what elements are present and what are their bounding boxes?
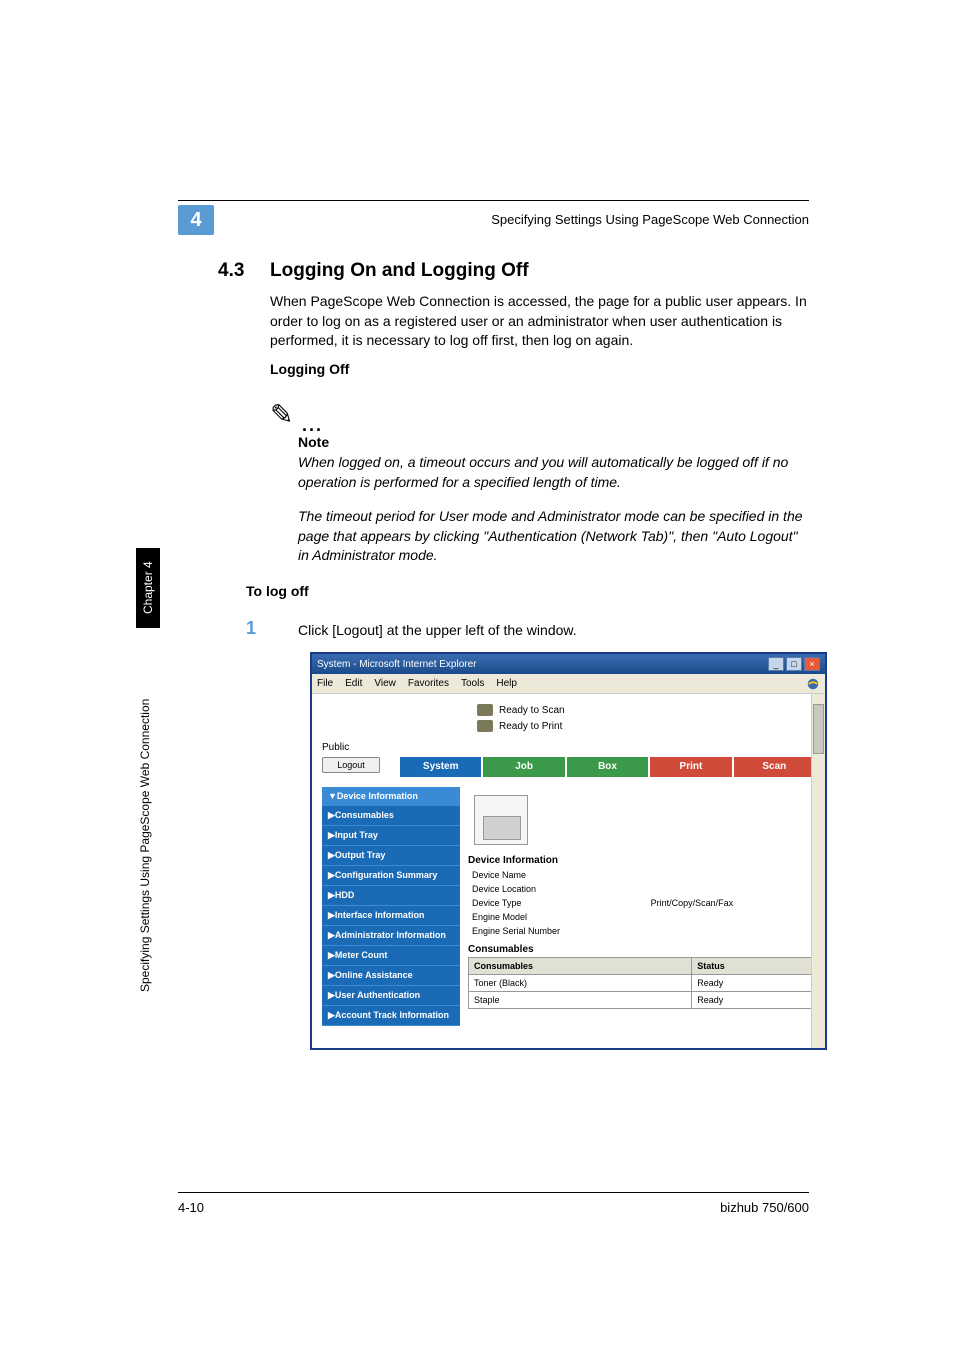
note-icon: ✎ [270,398,293,431]
menu-file[interactable]: File [317,678,333,689]
sidebar-item-user-auth[interactable]: ▶User Authentication [322,986,460,1006]
product-name: bizhub 750/600 [720,1200,809,1215]
page-number: 4-10 [178,1200,204,1215]
maximize-button[interactable]: □ [786,657,802,671]
main-content-row: ▼Device Information ▶Consumables ▶Input … [322,787,815,1026]
sidebar-item-interface-info[interactable]: ▶Interface Information [322,906,460,926]
table-row: Staple Ready [469,992,815,1009]
chapter-badge: 4 [178,205,214,235]
dev-type-value: Print/Copy/Scan/Fax [647,896,815,910]
table-row: Engine Model [468,910,815,924]
sidebar-menu: ▼Device Information ▶Consumables ▶Input … [322,787,460,1026]
menu-view[interactable]: View [374,678,396,689]
tab-box[interactable]: Box [567,757,648,777]
window-title: System - Microsoft Internet Explorer [317,659,477,670]
tab-print[interactable]: Print [650,757,731,777]
tab-job[interactable]: Job [483,757,564,777]
note-label: Note [298,434,329,450]
menu-favorites[interactable]: Favorites [408,678,449,689]
status-ready-scan: Ready to Scan [477,704,815,716]
engine-model-label: Engine Model [468,910,647,924]
dev-name-value [647,868,815,882]
tab-system[interactable]: System [400,757,481,777]
engine-serial-label: Engine Serial Number [468,924,647,938]
engine-serial-value [647,924,815,938]
logout-button[interactable]: Logout [322,757,380,773]
status-ready-print: Ready to Print [477,720,815,732]
scanner-icon [477,704,493,716]
minimize-button[interactable]: _ [768,657,784,671]
section-number: 4.3 [218,260,244,282]
running-header: Specifying Settings Using PageScope Web … [491,212,809,227]
page-content: Ready to Scan Ready to Print Public Logo… [312,694,825,1048]
dev-loc-value [647,882,815,896]
sidebar-item-config-summary[interactable]: ▶Configuration Summary [322,866,460,886]
sidebar-item-admin-info[interactable]: ▶Administrator Information [322,926,460,946]
dev-type-label: Device Type [468,896,647,910]
table-row: Device Location [468,882,815,896]
subheading-logging-off: Logging Off [270,361,349,377]
consumables-col-name: Consumables [469,958,692,975]
device-info-table: Device Name Device Location Device TypeP… [468,868,815,938]
menu-help[interactable]: Help [496,678,517,689]
engine-model-value [647,910,815,924]
tabs-row: Logout System Job Box Print Scan [322,757,815,777]
sidebar-section-label: Specifying Settings Using PageScope Web … [138,632,152,992]
device-info-heading: Device Information [468,855,815,866]
sidebar-item-account-track[interactable]: ▶Account Track Information [322,1006,460,1026]
user-label: Public [322,742,815,753]
dev-name-label: Device Name [468,868,647,882]
table-row: Device Name [468,868,815,882]
detail-area: Device Information Device Name Device Lo… [468,787,815,1026]
printer-status-icon [477,720,493,732]
note-dots: ... [302,415,323,436]
device-image-icon [474,795,528,845]
window-titlebar: System - Microsoft Internet Explorer _ □… [312,654,825,674]
note-paragraph-2: The timeout period for User mode and Adm… [298,507,809,566]
section-intro: When PageScope Web Connection is accesse… [270,292,809,351]
consumables-table: Consumables Status Toner (Black) Ready S… [468,957,815,1009]
sidebar-item-hdd[interactable]: ▶HDD [322,886,460,906]
step-number: 1 [246,618,256,639]
sidebar-item-output-tray[interactable]: ▶Output Tray [322,846,460,866]
browser-menubar: File Edit View Favorites Tools Help [312,674,825,694]
sidebar-chapter-label: Chapter 4 [136,548,160,628]
section-title: Logging On and Logging Off [270,260,529,282]
staple-name: Staple [469,992,692,1009]
window-buttons: _ □ × [768,657,820,671]
status-print-text: Ready to Print [499,721,562,732]
status-scan-text: Ready to Scan [499,705,565,716]
consumables-heading: Consumables [468,944,815,955]
note-paragraph-1: When logged on, a timeout occurs and you… [298,453,809,492]
sidebar-item-input-tray[interactable]: ▶Input Tray [322,826,460,846]
table-row: Toner (Black) Ready [469,975,815,992]
staple-status: Ready [692,992,815,1009]
sidebar-item-consumables[interactable]: ▶Consumables [322,806,460,826]
table-row: Device TypePrint/Copy/Scan/Fax [468,896,815,910]
dev-loc-label: Device Location [468,882,647,896]
sidebar-item-device-info[interactable]: ▼Device Information [322,787,460,806]
consumables-col-status: Status [692,958,815,975]
header-rule [178,200,809,201]
step-text: Click [Logout] at the upper left of the … [298,622,577,638]
sidebar-item-online-assistance[interactable]: ▶Online Assistance [322,966,460,986]
toner-status: Ready [692,975,815,992]
table-row: Engine Serial Number [468,924,815,938]
menu-tools[interactable]: Tools [461,678,484,689]
toner-name: Toner (Black) [469,975,692,992]
browser-screenshot: System - Microsoft Internet Explorer _ □… [310,652,827,1050]
scrollbar-thumb[interactable] [813,704,824,754]
ie-logo-icon [806,677,820,691]
table-header-row: Consumables Status [469,958,815,975]
footer-rule [178,1192,809,1193]
sidebar-item-meter-count[interactable]: ▶Meter Count [322,946,460,966]
tab-scan[interactable]: Scan [734,757,815,777]
menu-edit[interactable]: Edit [345,678,362,689]
subheading-to-log-off: To log off [246,583,309,599]
close-button[interactable]: × [804,657,820,671]
vertical-scrollbar[interactable] [811,694,825,1048]
